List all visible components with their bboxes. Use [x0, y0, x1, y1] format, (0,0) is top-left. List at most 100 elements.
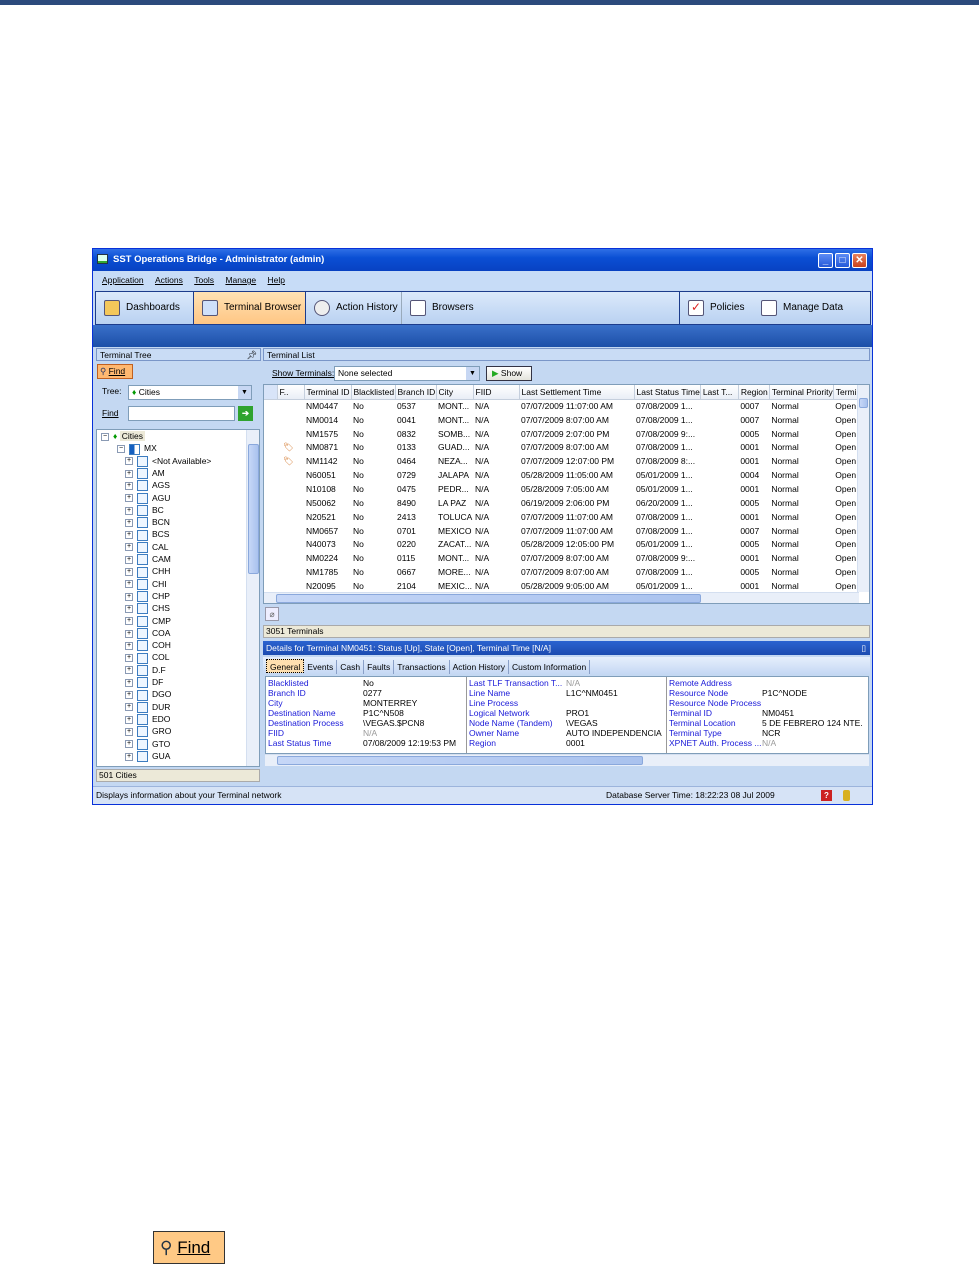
table-row[interactable]: N10108 No 0475 PEDR... N/A 05/28/2009 7:05:00… [264, 482, 862, 496]
find-input[interactable] [128, 406, 235, 421]
expand-icon[interactable]: + [125, 629, 133, 638]
column-header[interactable]: Last Status Time [634, 385, 701, 400]
details-tab[interactable]: Custom Information [509, 660, 591, 674]
column-header[interactable]: F.. [277, 385, 305, 400]
expand-icon[interactable]: + [125, 592, 133, 601]
expand-icon[interactable]: + [125, 691, 133, 700]
tree-root-cities[interactable]: − ♦ Cities [101, 430, 145, 442]
manage-data-button[interactable]: Manage Data [753, 292, 853, 324]
collapse-icon[interactable]: − [101, 432, 109, 441]
column-header[interactable]: Last T... [700, 385, 739, 400]
expand-icon[interactable]: + [125, 617, 133, 626]
tree-node-mx[interactable]: − MX [117, 442, 157, 455]
table-row[interactable]: NM0657 No 0701 MEXICO N/A 07/07/2009 11:07:00… [264, 524, 862, 538]
minimize-button[interactable]: _ [818, 253, 833, 268]
expand-icon[interactable]: + [125, 518, 133, 527]
tree-item[interactable]: + CHI [125, 578, 167, 590]
expand-icon[interactable]: + [125, 481, 133, 490]
tree-item[interactable]: + CHS [125, 602, 170, 615]
table-row[interactable]: NM0447 No 0537 MONT... N/A 07/07/2009 11:07:0… [264, 399, 862, 413]
details-horizontal-scrollbar[interactable] [265, 754, 869, 766]
tree-item[interactable]: + BCN [125, 516, 170, 529]
tree-item[interactable]: + CHP [125, 590, 170, 603]
terminal-browser-button[interactable]: Terminal Browser [193, 292, 306, 324]
tree-item[interactable]: + AGU [125, 492, 170, 504]
details-tab[interactable]: General [266, 659, 305, 673]
tree-item[interactable]: + CHH [125, 565, 170, 578]
details-tab[interactable]: Events [304, 660, 338, 674]
dashboards-button[interactable]: Dashboards [96, 292, 194, 324]
tree-item[interactable]: + DF [125, 676, 163, 689]
tree-item[interactable]: + GTO [125, 738, 170, 750]
tree-item[interactable]: + COA [125, 627, 170, 640]
table-row[interactable]: N60051 No 0729 JALAPA N/A 05/28/2009 11:05:00… [264, 468, 862, 482]
table-row[interactable]: N20095 No 2104 MEXIC... N/A 05/28/2009 9:05:0… [264, 579, 862, 593]
tree-item[interactable]: + AM [125, 467, 165, 480]
tree-item[interactable]: + COL [125, 651, 169, 664]
maximize-button[interactable]: □ [835, 253, 850, 268]
column-header[interactable]: Terminal Priority [769, 385, 834, 400]
find-button[interactable]: ⚲ Find [97, 364, 133, 379]
tree-item[interactable]: + DUR [125, 701, 170, 713]
grid-horizontal-scrollbar[interactable] [264, 592, 859, 603]
tree-item[interactable]: + GUA [125, 750, 170, 763]
tree-item[interactable]: + CAL [125, 541, 169, 553]
expand-icon[interactable]: + [125, 580, 133, 589]
column-header[interactable]: Branch ID [395, 385, 437, 400]
tree-item[interactable]: + BCS [125, 528, 169, 541]
attachment-icon[interactable]: ⌀ [265, 607, 279, 621]
show-terminals-select[interactable]: None selected ▼ [334, 366, 480, 381]
expand-icon[interactable]: + [125, 666, 133, 675]
action-history-button[interactable]: Action History [306, 292, 402, 324]
tree-item[interactable]: + AGS [125, 479, 170, 492]
tree-item[interactable]: + COH [125, 639, 171, 652]
tree-select[interactable]: ♦ Cities ▼ [128, 385, 252, 400]
show-button[interactable]: ▶ Show [486, 366, 532, 381]
expand-icon[interactable]: + [125, 715, 133, 724]
tree-item[interactable]: + EDO [125, 713, 170, 726]
tree-item[interactable]: + <Not Available> [125, 455, 211, 467]
tree-scrollbar[interactable] [246, 430, 259, 766]
table-row[interactable]: NM0224 No 0115 MONT... N/A 07/07/2009 8:07:00… [264, 551, 862, 565]
policies-button[interactable]: ✓ Policies [679, 292, 753, 324]
close-button[interactable]: ✕ [852, 253, 867, 268]
tree-item[interactable]: + BC [125, 504, 164, 517]
column-header[interactable]: Terminal ID [304, 385, 352, 400]
go-arrow-button[interactable]: ➔ [238, 406, 253, 421]
collapse-icon[interactable]: − [117, 445, 125, 454]
table-row[interactable]: NM1785 No 0667 MORE... N/A 07/07/2009 8:07:00… [264, 565, 862, 579]
expand-icon[interactable]: + [125, 703, 133, 712]
column-header[interactable]: City [436, 385, 474, 400]
menu-tools[interactable]: Tools [194, 271, 214, 290]
grid-vertical-scrollbar[interactable] [857, 385, 869, 592]
table-row[interactable]: 🏷︎ NM0871 No 0133 GUAD... N/A 07/07/2009 8:07:… [264, 441, 862, 455]
tree-item[interactable]: + DGO [125, 688, 171, 701]
expand-icon[interactable]: + [125, 494, 133, 503]
expand-icon[interactable]: + [125, 568, 133, 577]
tree-item[interactable]: + D.F [125, 664, 166, 676]
pin-icon[interactable]: 📌︎ [246, 349, 257, 361]
table-row[interactable]: 🏷︎ NM1142 No 0464 NEZA... N/A 07/07/2009 12:07… [264, 454, 862, 468]
column-header[interactable]: Last Settlement Time [519, 385, 635, 400]
tree-item[interactable]: + CAM [125, 553, 171, 566]
table-row[interactable]: NM0014 No 0041 MONT... N/A 07/07/2009 8:07:00… [264, 413, 862, 427]
tree-item[interactable]: + GRO [125, 725, 171, 738]
expand-icon[interactable]: + [125, 543, 133, 552]
menu-actions[interactable]: Actions [155, 271, 183, 290]
table-row[interactable]: NM1575 No 0832 SOMB... N/A 07/07/2009 2:07:00… [264, 427, 862, 441]
details-tab[interactable]: Action History [450, 660, 510, 674]
tree-item[interactable]: + CMP [125, 615, 171, 627]
menu-help[interactable]: Help [268, 271, 285, 290]
expand-icon[interactable]: + [125, 604, 133, 613]
column-chooser-icon[interactable] [264, 385, 278, 400]
help-icon[interactable]: ? [821, 790, 832, 801]
menu-manage[interactable]: Manage [225, 271, 256, 290]
expand-icon[interactable]: + [125, 654, 133, 663]
expand-icon[interactable]: + [125, 752, 133, 761]
menu-application[interactable]: Application [102, 271, 144, 290]
browsers-button[interactable]: Browsers [402, 292, 482, 324]
expand-icon[interactable]: + [125, 555, 133, 564]
expand-icon[interactable]: + [125, 641, 133, 650]
expand-icon[interactable]: + [125, 531, 133, 540]
expand-icon[interactable]: + [125, 457, 133, 466]
